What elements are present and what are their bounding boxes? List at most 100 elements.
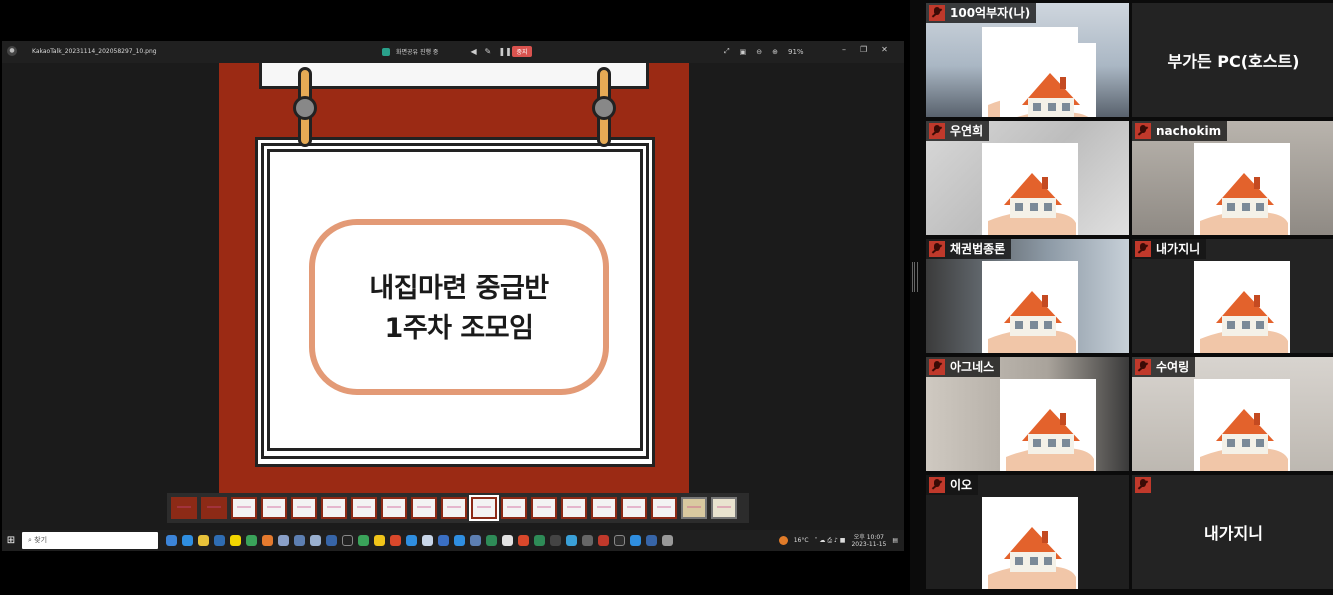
share-icon: [382, 47, 390, 56]
participant-name-label: 아그네스: [926, 357, 1001, 377]
app-icon[interactable]: [582, 535, 593, 546]
slide-thumbnail[interactable]: [291, 497, 317, 519]
settings-icon[interactable]: [662, 535, 673, 546]
slide-thumbnail[interactable]: [681, 497, 707, 519]
participant-name: 채권법종론: [950, 242, 1006, 256]
participant-tile[interactable]: 100억부자(나): [926, 3, 1129, 117]
participant-tile[interactable]: 수여링: [1132, 357, 1333, 471]
app-icon[interactable]: [518, 535, 529, 546]
slide-thumbnail[interactable]: [531, 497, 557, 519]
fit-icon[interactable]: ▣: [740, 48, 747, 56]
fullscreen-icon[interactable]: ⤢: [724, 47, 730, 56]
app-icon[interactable]: [502, 535, 513, 546]
slide-thumbnail[interactable]: [411, 497, 437, 519]
app-icon[interactable]: [166, 535, 177, 546]
chrome-icon[interactable]: [198, 535, 209, 546]
slide-thumbnail[interactable]: [261, 497, 287, 519]
viewer-right-controls: ⤢ ▣ ⊖ ⊕ 91%: [724, 47, 804, 56]
close-icon[interactable]: ✕: [881, 45, 888, 54]
zoom-out-icon[interactable]: ⊖: [756, 48, 762, 56]
participant-tile[interactable]: 부가든 PC(호스트): [1132, 3, 1333, 117]
app-icon[interactable]: [630, 535, 641, 546]
slide-thumbnail[interactable]: [201, 497, 227, 519]
slide-thumbnail[interactable]: [441, 497, 467, 519]
app-icon[interactable]: [390, 535, 401, 546]
edge-icon[interactable]: [182, 535, 193, 546]
participant-tile[interactable]: 내가지니: [1132, 475, 1333, 589]
slide-title-line2: 1주차 조모임: [384, 313, 534, 344]
app-icon[interactable]: [342, 535, 353, 546]
panel-splitter-handle[interactable]: [912, 262, 918, 292]
maximize-icon[interactable]: ❐: [860, 45, 867, 54]
clock[interactable]: 오후 10:07 2023-11-15: [851, 534, 886, 548]
participant-name: 수여링: [1156, 360, 1190, 374]
pen-icon[interactable]: ✎: [484, 47, 492, 56]
slide-thumbnail[interactable]: [171, 497, 197, 519]
windows-start-icon[interactable]: ⊞: [2, 530, 20, 551]
participant-name-center: 내가지니: [1204, 524, 1263, 543]
app-icon[interactable]: [214, 535, 225, 546]
app-icon[interactable]: [262, 535, 273, 546]
app-icon[interactable]: [454, 535, 465, 546]
kakaotalk-icon[interactable]: [230, 535, 241, 546]
app-icon[interactable]: [486, 535, 497, 546]
zoom-level: 91%: [787, 47, 804, 56]
slide-thumbnail[interactable]: [651, 497, 677, 519]
participant-tile[interactable]: 이오: [926, 475, 1129, 589]
zoom-in-icon[interactable]: ⊕: [772, 48, 778, 56]
participant-name-label: 100억부자(나): [926, 3, 1037, 23]
app-icon[interactable]: [550, 535, 561, 546]
app-icon[interactable]: [278, 535, 289, 546]
slide-thumbnail[interactable]: [621, 497, 647, 519]
participant-name-label: nachokim: [1132, 121, 1228, 141]
house-avatar-image: [982, 261, 1078, 353]
participant-tile[interactable]: 채권법종론: [926, 239, 1129, 353]
app-icon[interactable]: [374, 535, 385, 546]
slide-thumbnail-active[interactable]: [469, 495, 499, 521]
slide-thumbnail[interactable]: [501, 497, 527, 519]
participant-name: 내가지니: [1156, 242, 1201, 256]
app-icon[interactable]: [438, 535, 449, 546]
sound-icon[interactable]: ◀: [470, 47, 478, 56]
slide-thumbnail[interactable]: [711, 497, 737, 519]
minimize-icon[interactable]: –: [842, 45, 846, 54]
mic-muted-icon: [929, 359, 945, 375]
top-sheet: [259, 63, 649, 89]
taskbar-search-input[interactable]: ⌕ 찾기: [22, 532, 158, 549]
app-icon[interactable]: [646, 535, 657, 546]
slide-thumbnail[interactable]: [561, 497, 587, 519]
app-icon[interactable]: [358, 535, 369, 546]
windows-taskbar: ⊞ ⌕ 찾기 16°C ˄ ☁ ⎙ ♪ ■ 오후 10:07 2023-11-1…: [2, 530, 904, 551]
notification-icon[interactable]: ▤: [892, 537, 898, 544]
app-icon[interactable]: [534, 535, 545, 546]
app-icon[interactable]: [310, 535, 321, 546]
slide-thumbnail[interactable]: [321, 497, 347, 519]
slide-thumbnail[interactable]: [591, 497, 617, 519]
slide-thumbnail[interactable]: [231, 497, 257, 519]
app-icon[interactable]: [326, 535, 337, 546]
app-icon[interactable]: [614, 535, 625, 546]
pause-icon[interactable]: ❚❚: [498, 47, 511, 56]
slide-title: 내집마련 중급반 1주차 조모임: [315, 269, 603, 349]
participant-tile[interactable]: nachokim: [1132, 121, 1333, 235]
search-placeholder: 찾기: [34, 536, 48, 544]
app-icon[interactable]: [422, 535, 433, 546]
app-icon[interactable]: [598, 535, 609, 546]
stop-share-button[interactable]: 중지: [512, 46, 532, 57]
participant-gallery: 100억부자(나) 부가든 PC(호스트) 우연희 nachokim 채권법종론…: [926, 3, 1333, 595]
slide-thumbnail[interactable]: [381, 497, 407, 519]
app-icon[interactable]: [406, 535, 417, 546]
app-icon[interactable]: [566, 535, 577, 546]
clock-time: 오후 10:07: [853, 533, 885, 541]
tray-icons[interactable]: ˄ ☁ ⎙ ♪ ■: [815, 537, 846, 545]
share-status-text: 화면공유 진행 중: [396, 49, 439, 56]
slide-thumbnail[interactable]: [351, 497, 377, 519]
app-icon[interactable]: [470, 535, 481, 546]
app-icon[interactable]: [294, 535, 305, 546]
participant-name: 이오: [950, 478, 973, 492]
viewer-toolbar: ● KakaoTalk_20231114_202058297_10.png 화면…: [2, 41, 904, 63]
participant-tile[interactable]: 아그네스: [926, 357, 1129, 471]
participant-tile[interactable]: 우연희: [926, 121, 1129, 235]
app-icon[interactable]: [246, 535, 257, 546]
participant-tile[interactable]: 내가지니: [1132, 239, 1333, 353]
